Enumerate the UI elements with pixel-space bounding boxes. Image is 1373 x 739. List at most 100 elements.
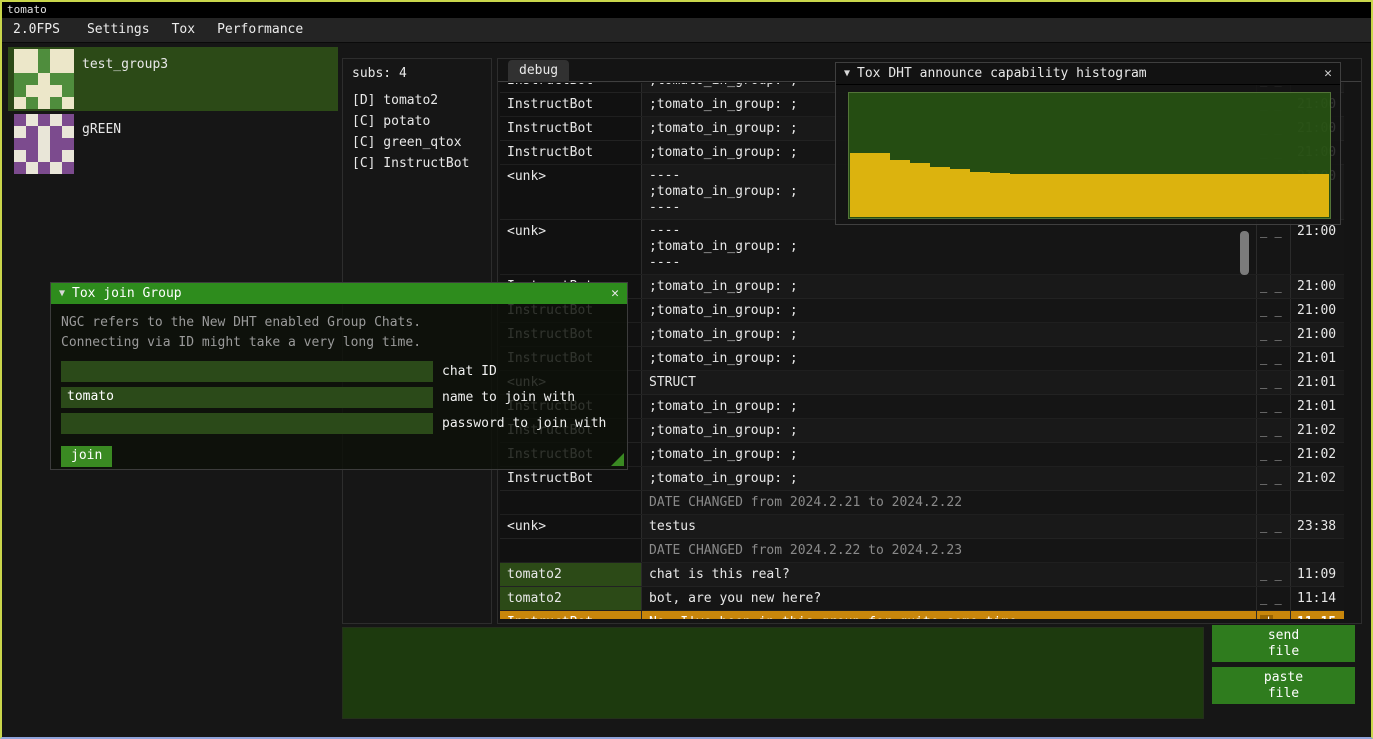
sender-name: InstructBot: [500, 93, 641, 116]
histogram-bar: [1010, 174, 1030, 217]
paste-file-button[interactable]: paste file: [1212, 667, 1355, 704]
join-field-password[interactable]: [61, 413, 433, 434]
sender-name: <unk>: [500, 165, 641, 219]
field-label: chat ID: [442, 364, 497, 379]
message-text: testus: [641, 515, 1256, 538]
sender-name: InstructBot: [500, 83, 641, 92]
chat-message-row[interactable]: <unk>testus_ _23:38: [500, 515, 1344, 539]
histogram-plot[interactable]: [848, 92, 1331, 219]
message-flags: _ _: [1256, 467, 1290, 490]
histogram-bar: [1289, 174, 1309, 217]
fps-counter: 2.0FPS: [2, 18, 76, 42]
sender-name: InstructBot: [500, 611, 641, 619]
resize-grip[interactable]: [611, 453, 624, 466]
join-group-window: ▼ Tox join Group ✕ NGC refers to the New…: [50, 282, 628, 470]
delivery-flag: _ _: [1260, 591, 1282, 605]
histogram-bar: [870, 153, 890, 217]
histogram-bar: [910, 163, 930, 217]
message-text: ;tomato_in_group: ;: [641, 347, 1256, 370]
message-text: ;tomato_in_group: ;: [641, 467, 1256, 490]
histogram-bar: [1030, 174, 1050, 217]
histogram-bar: [1189, 174, 1209, 217]
chat-date-row: DATE CHANGED from 2024.2.22 to 2024.2.23: [500, 539, 1344, 563]
member-item[interactable]: [D] tomato2: [343, 90, 491, 111]
message-text: DATE CHANGED from 2024.2.22 to 2024.2.23: [641, 539, 1256, 562]
histogram-bar: [1129, 174, 1149, 217]
menu-item-settings[interactable]: Settings: [76, 18, 161, 42]
sender-name: <unk>: [500, 515, 641, 538]
message-time: [1290, 491, 1344, 514]
histogram-bar: [1089, 174, 1109, 217]
join-title: Tox join Group: [72, 286, 182, 301]
chat-message-row[interactable]: tomato2bot, are you new here? _ _ 11:14: [500, 587, 1344, 611]
message-text: STRUCT: [641, 371, 1256, 394]
delivery-flag: _ _: [1260, 375, 1282, 389]
message-text: ;tomato_in_group: ;: [641, 323, 1256, 346]
member-item[interactable]: [C] potato: [343, 111, 491, 132]
collapse-arrow-icon[interactable]: ▼: [59, 288, 65, 299]
join-titlebar[interactable]: ▼ Tox join Group ✕: [51, 283, 627, 304]
chat-message-row[interactable]: <unk>---- ;tomato_in_group: ; ----_ _21:…: [500, 220, 1344, 275]
histogram-bar: [1050, 174, 1070, 217]
group-item-gREEN[interactable]: gREEN: [8, 112, 338, 176]
field-label: name to join with: [442, 390, 575, 405]
message-flags: _ _: [1256, 275, 1290, 298]
message-flags: _ _: [1256, 371, 1290, 394]
message-time: 21:01: [1290, 371, 1344, 394]
message-time: 21:00: [1290, 323, 1344, 346]
join-info-line: Connecting via ID might take a very long…: [61, 333, 617, 353]
app-window: tomato 2.0FPSSettingsToxPerformance test…: [0, 0, 1373, 739]
sender-name: InstructBot: [500, 141, 641, 164]
menu-item-tox[interactable]: Tox: [161, 18, 206, 42]
member-item[interactable]: [C] green_qtox: [343, 132, 491, 153]
send-file-button[interactable]: send file: [1212, 625, 1355, 662]
chat-message-row[interactable]: tomato2chat is this real?_ _11:09: [500, 563, 1344, 587]
close-icon[interactable]: ✕: [1324, 66, 1332, 81]
message-flags: _ _: [1256, 443, 1290, 466]
join-info-line: NGC refers to the New DHT enabled Group …: [61, 313, 617, 333]
message-flags: _ _: [1256, 347, 1290, 370]
histogram-bar: [1309, 174, 1329, 217]
histogram-bar: [1229, 174, 1249, 217]
join-field-row: password to join with: [61, 413, 617, 434]
join-field-name[interactable]: tomato: [61, 387, 433, 408]
message-time: 21:01: [1290, 395, 1344, 418]
collapse-arrow-icon[interactable]: ▼: [844, 68, 850, 79]
message-flags: _ _: [1256, 299, 1290, 322]
message-text: ;tomato_in_group: ;: [641, 395, 1256, 418]
sender-name: tomato2: [500, 587, 641, 610]
sender-name: [500, 491, 641, 514]
message-text: bot, are you new here?: [641, 587, 1256, 610]
message-flags: _ _: [1256, 220, 1290, 274]
message-flags: [1256, 491, 1290, 514]
histogram-bar: [930, 167, 950, 217]
menu-item-performance[interactable]: Performance: [206, 18, 314, 42]
join-button[interactable]: join: [61, 446, 112, 467]
close-icon[interactable]: ✕: [611, 286, 619, 301]
message-time: 23:38: [1290, 515, 1344, 538]
window-titlebar[interactable]: tomato: [2, 2, 1371, 18]
delivery-flag: _ _: [1260, 351, 1282, 365]
message-input[interactable]: [342, 627, 1204, 719]
member-item[interactable]: [C] InstructBot: [343, 153, 491, 174]
message-time: 11:14: [1290, 587, 1344, 610]
delivery-flag: _ _: [1260, 471, 1282, 485]
message-flags: [1256, 539, 1290, 562]
message-text: ;tomato_in_group: ;: [641, 419, 1256, 442]
chat-message-row[interactable]: InstructBotNo, I've been in this group f…: [500, 611, 1344, 619]
group-item-test_group3[interactable]: test_group3: [8, 47, 338, 111]
join-field-chat-id[interactable]: [61, 361, 433, 382]
window-title: tomato: [7, 3, 47, 16]
members-count: subs: 4: [343, 59, 491, 90]
message-time: 21:02: [1290, 443, 1344, 466]
group-avatar: [14, 114, 74, 174]
message-time: 21:00: [1290, 299, 1344, 322]
chat-scrollbar-thumb[interactable]: [1240, 231, 1249, 275]
message-text: ;tomato_in_group: ;: [641, 299, 1256, 322]
histogram-titlebar[interactable]: ▼ Tox DHT announce capability histogram …: [836, 63, 1340, 85]
message-time: 21:00: [1290, 275, 1344, 298]
histogram-bar: [970, 172, 990, 218]
delivery-flag: _ _: [1260, 399, 1282, 413]
histogram-bar: [1149, 174, 1169, 217]
tab-debug[interactable]: debug: [508, 60, 569, 82]
